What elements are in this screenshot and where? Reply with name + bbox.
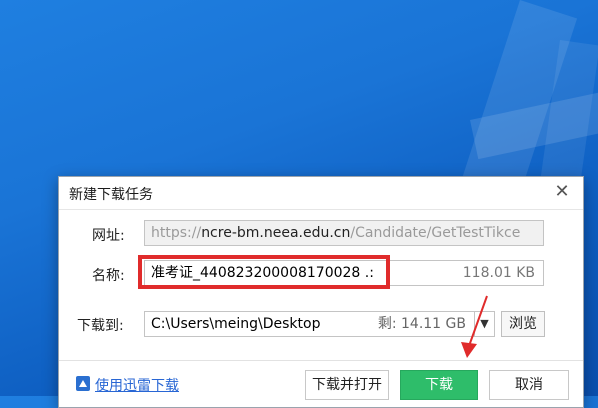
new-download-dialog: 新建下载任务 ✕ 网址: https://ncre-bm.neea.edu.cn… <box>58 176 584 408</box>
file-size: 118.01 KB <box>462 265 535 281</box>
name-label: 名称: <box>92 268 125 284</box>
url-field[interactable]: https://ncre-bm.neea.edu.cn/Candidate/Ge… <box>144 220 544 246</box>
use-xunlei-link[interactable]: 使用迅雷下载 <box>95 375 179 395</box>
url-label: 网址: <box>92 228 125 244</box>
free-space-text: 剩: 14.11 GB <box>377 316 466 332</box>
xunlei-icon <box>76 376 90 391</box>
file-name-text: 准考证_440823200008170028 .: <box>151 265 374 281</box>
browse-button[interactable]: 浏览 <box>501 311 545 337</box>
url-path: /Candidate/GetTestTikce <box>350 225 521 241</box>
dialog-title: 新建下载任务 <box>69 187 153 203</box>
url-domain: ncre-bm.neea.edu.cn <box>201 225 351 241</box>
file-name-field[interactable]: 准考证_440823200008170028 .: 118.01 KB <box>144 260 544 286</box>
red-arrow-annotation <box>461 295 488 358</box>
url-prefix: https:// <box>151 225 202 241</box>
close-icon[interactable]: ✕ <box>551 181 573 203</box>
save-path-field[interactable]: C:\Users\meing\Desktop 剩: 14.11 GB <box>144 311 475 337</box>
footer-divider <box>59 360 583 361</box>
dialog-titlebar: 新建下载任务 ✕ <box>59 177 583 210</box>
save-to-label: 下载到: <box>77 318 124 334</box>
save-path-text: C:\Users\meing\Desktop <box>151 316 321 332</box>
